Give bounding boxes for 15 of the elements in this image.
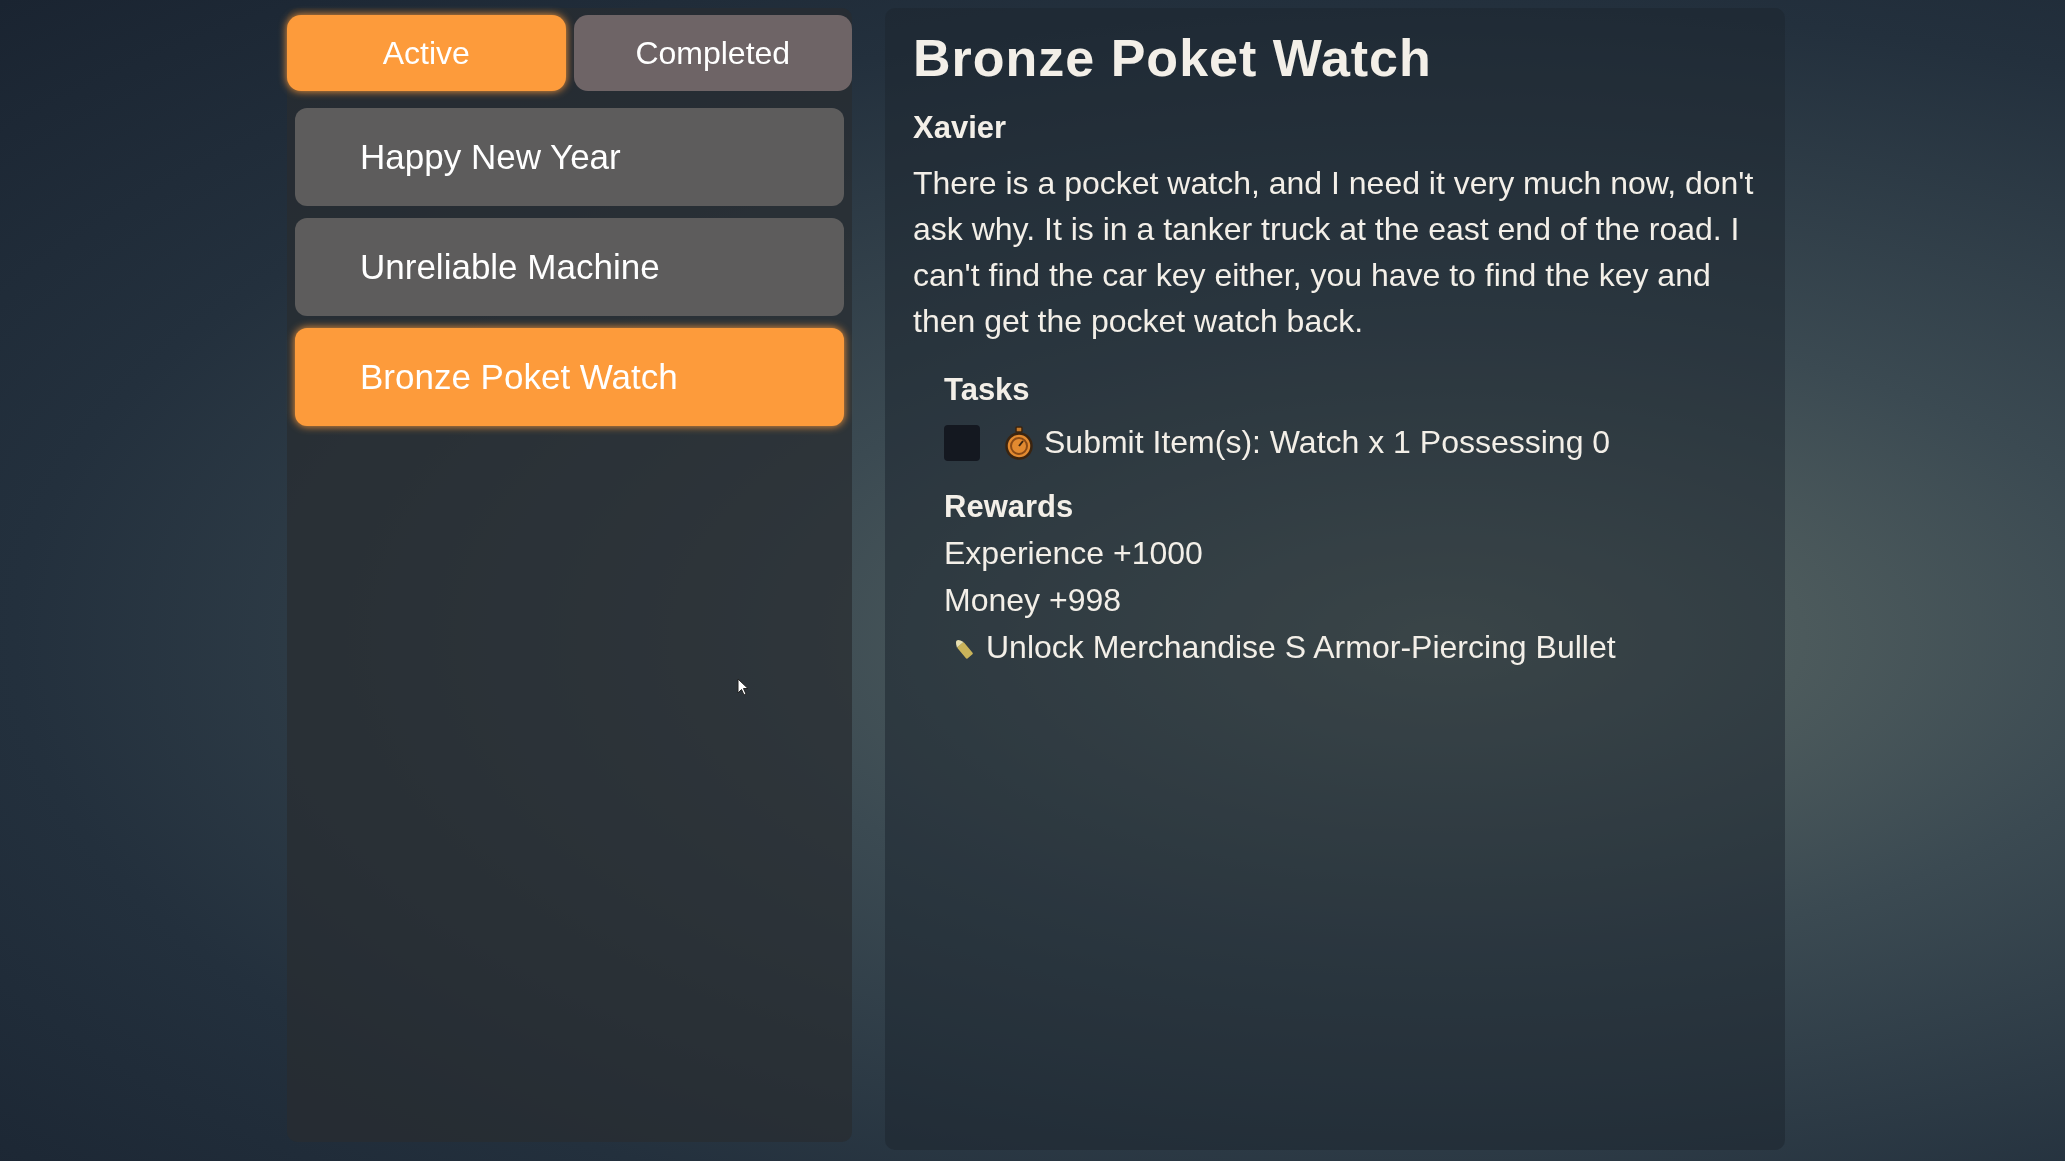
section-heading: Tasks <box>944 372 1031 408</box>
reward-text: Money +998 <box>944 582 1121 619</box>
quest-item[interactable]: Happy New Year <box>295 108 844 206</box>
tab[interactable]: Completed <box>573 15 852 91</box>
reward-text: Unlock Merchandise S Armor-Piercing Bullet <box>986 629 1616 666</box>
cursor-icon <box>737 678 749 696</box>
checkbox[interactable] <box>944 424 980 461</box>
section-heading: Rewards <box>944 489 1075 525</box>
task-text: Submit Item(s): Watch x 1 Possessing 0 <box>1044 424 1611 461</box>
quest-giver: Xavier <box>913 110 1008 146</box>
quest-title: Bronze Poket Watch <box>913 28 1433 88</box>
quest-description: There is a pocket watch, and I need it very much now, don't ask why. It is in a tanker truck at the east end of the road. I can't find the car key either, you have to find the key and then get the pocket watch back. <box>913 164 1755 341</box>
stopwatch-icon <box>1004 425 1034 460</box>
reward-text: Experience +1000 <box>944 535 1203 572</box>
quest-item[interactable]: Unreliable Machine <box>295 218 844 316</box>
